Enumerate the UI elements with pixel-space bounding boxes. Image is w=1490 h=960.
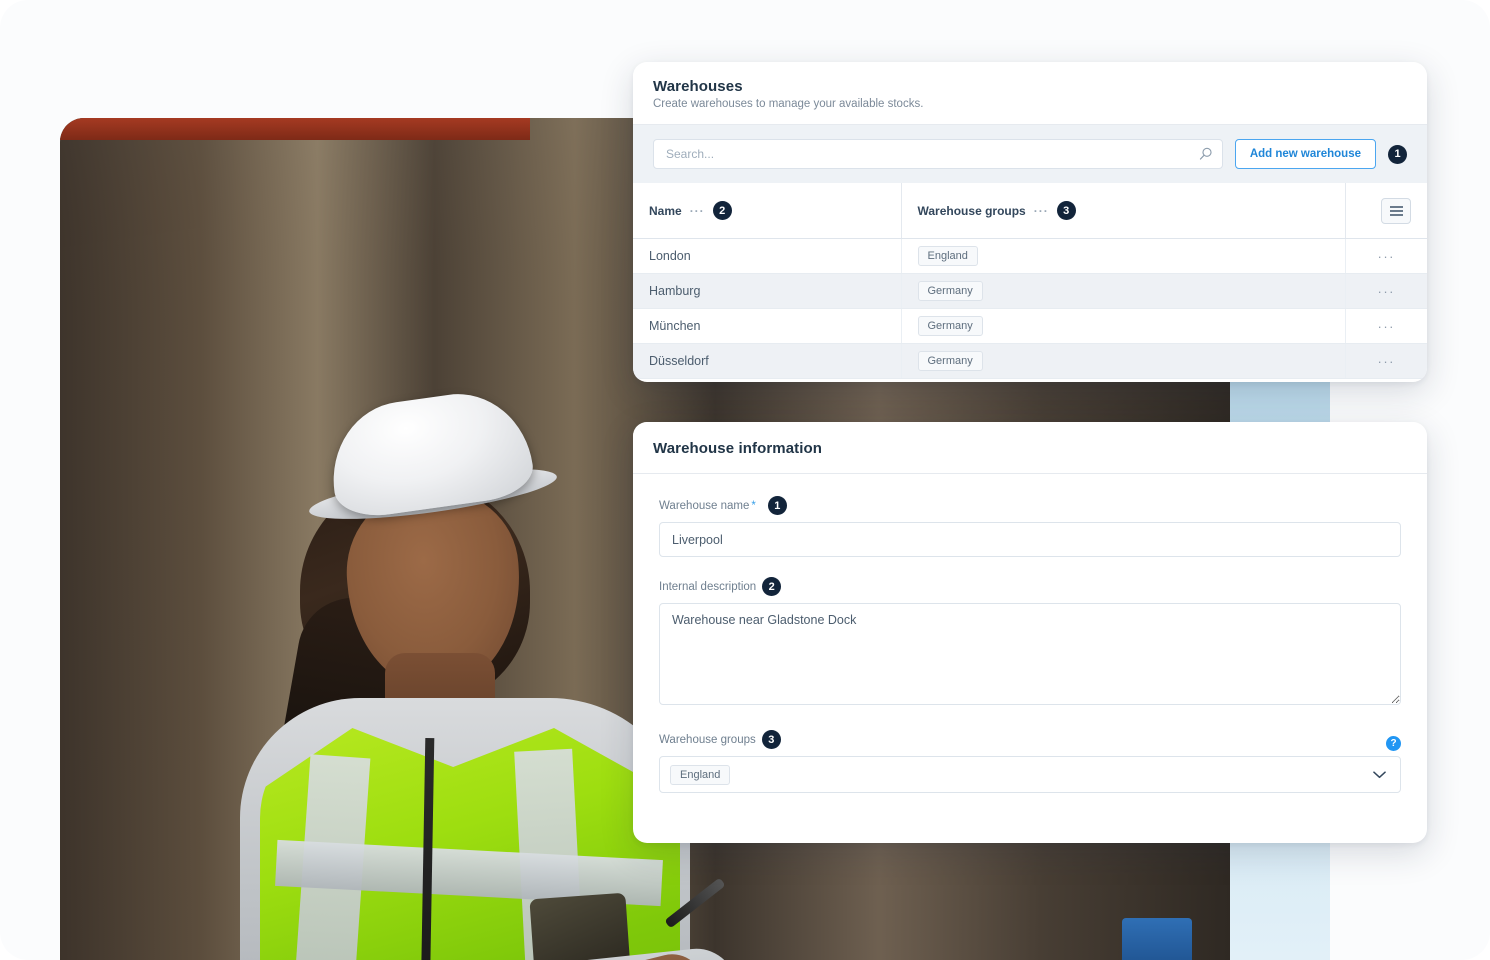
cell-actions: ··· [1345, 308, 1427, 344]
cell-actions: ··· [1345, 238, 1427, 274]
row-actions-icon[interactable]: ··· [1378, 284, 1396, 299]
cell-actions: ··· [1345, 273, 1427, 309]
page-title: Warehouses [653, 78, 743, 95]
warehouses-toolbar: Add new warehouse 1 [633, 125, 1427, 183]
warehouse-groups-select[interactable]: England [659, 756, 1401, 793]
internal-description-textarea[interactable] [659, 603, 1401, 705]
cell-group: Germany [901, 308, 1346, 344]
warehouse-information-title: Warehouse information [653, 440, 823, 457]
table-row[interactable]: München Germany ··· [633, 308, 1427, 344]
cell-group: Germany [901, 343, 1346, 379]
internal-description-field: Internal description 2 [659, 577, 1401, 710]
annotation-badge-3: 3 [761, 730, 781, 749]
add-new-warehouse-button[interactable]: Add new warehouse [1234, 139, 1376, 169]
warehouses-table-body: London England ··· Hamburg Germany ··· M… [633, 238, 1427, 379]
warehouse-groups-label: Warehouse groups 3 [659, 730, 781, 749]
warehouses-card: Warehouses Create warehouses to manage y… [633, 62, 1427, 382]
column-header-name-label: Name [649, 203, 682, 218]
warehouse-name-label: Warehouse name * 1 [659, 496, 1401, 515]
warehouse-information-card: Warehouse information Warehouse name * 1… [633, 422, 1427, 843]
warehouse-information-header: Warehouse information [633, 422, 1427, 474]
annotation-badge-1: 1 [1388, 144, 1407, 164]
table-row[interactable]: Hamburg Germany ··· [633, 273, 1427, 309]
page-subtitle: Create warehouses to manage your availab… [653, 98, 924, 110]
table-row[interactable]: Düsseldorf Germany ··· [633, 343, 1427, 379]
annotation-badge-3: 3 [1056, 201, 1076, 220]
cell-name: London [633, 238, 902, 274]
hamburger-icon[interactable] [1381, 198, 1411, 224]
page-root: Warehouses Create warehouses to manage y… [0, 0, 1490, 960]
column-header-groups-label: Warehouse groups [917, 203, 1026, 218]
cell-name: Hamburg [633, 273, 902, 309]
chevron-down-icon[interactable] [1373, 770, 1386, 779]
cell-actions: ··· [1345, 343, 1427, 379]
warehouse-information-form: Warehouse name * 1 Internal description … [633, 474, 1427, 793]
warehouses-table: Name ··· 2 Warehouse groups ··· 3 London… [633, 183, 1427, 379]
cell-name: Düsseldorf [633, 343, 902, 379]
annotation-badge-2: 2 [712, 201, 732, 220]
warehouse-name-field: Warehouse name * 1 [659, 496, 1401, 557]
column-header-actions [1345, 183, 1427, 239]
cell-name: München [633, 308, 902, 344]
selected-group-chip[interactable]: England [670, 764, 731, 785]
internal-description-label-text: Internal description [659, 580, 757, 593]
search-field-wrapper [653, 139, 1223, 169]
cell-group: England [901, 238, 1346, 274]
table-header-row: Name ··· 2 Warehouse groups ··· 3 [633, 183, 1427, 239]
column-menu-icon[interactable]: ··· [690, 205, 705, 217]
warehouses-card-header: Warehouses Create warehouses to manage y… [633, 62, 1427, 125]
search-input[interactable] [653, 139, 1223, 169]
annotation-badge-1: 1 [767, 496, 787, 515]
warehouse-groups-field: Warehouse groups 3 ? England [659, 730, 1401, 793]
search-icon[interactable] [1198, 147, 1213, 162]
group-chip: Germany [917, 281, 983, 301]
group-chip: England [917, 246, 978, 266]
row-actions-icon[interactable]: ··· [1378, 319, 1396, 334]
cell-group: Germany [901, 273, 1346, 309]
row-actions-icon[interactable]: ··· [1378, 354, 1396, 369]
warehouse-name-input[interactable] [659, 522, 1401, 557]
internal-description-label: Internal description 2 [659, 577, 1401, 596]
column-header-name[interactable]: Name ··· 2 [633, 183, 902, 239]
required-marker: * [751, 499, 756, 512]
group-chip: Germany [917, 316, 983, 336]
help-icon[interactable]: ? [1386, 735, 1401, 751]
warehouse-groups-label-row: Warehouse groups 3 ? [659, 730, 1401, 756]
row-actions-icon[interactable]: ··· [1378, 249, 1396, 264]
table-row[interactable]: London England ··· [633, 238, 1427, 274]
group-chip: Germany [917, 351, 983, 371]
warehouse-name-label-text: Warehouse name [659, 499, 750, 512]
column-header-warehouse-groups[interactable]: Warehouse groups ··· 3 [901, 183, 1346, 239]
annotation-badge-2: 2 [762, 577, 782, 596]
warehouse-groups-label-text: Warehouse groups [659, 733, 756, 746]
column-menu-icon[interactable]: ··· [1034, 205, 1049, 217]
